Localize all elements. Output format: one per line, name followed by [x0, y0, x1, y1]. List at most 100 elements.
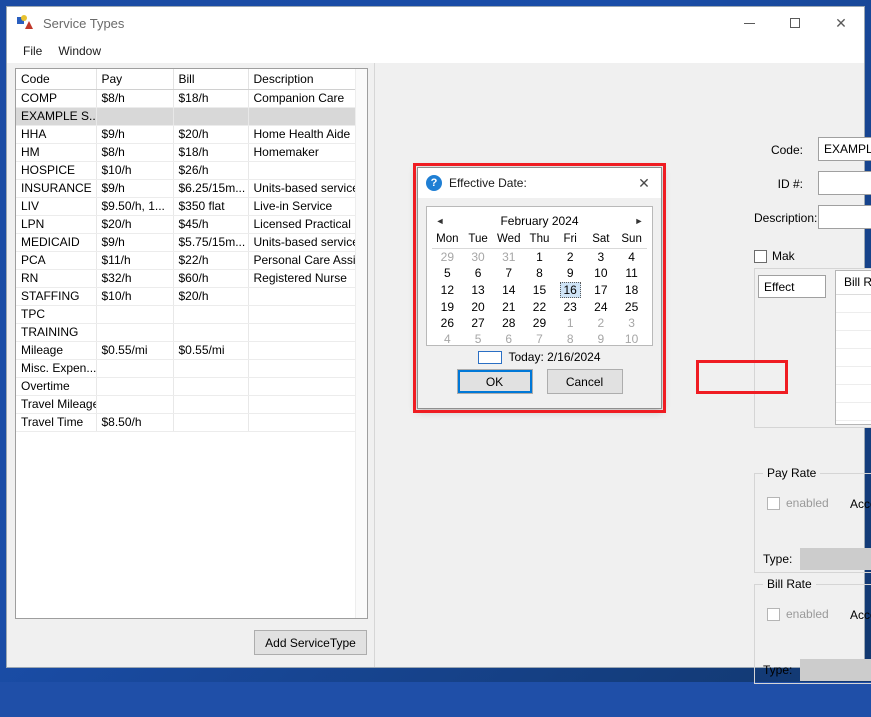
- calendar-day-cell[interactable]: 3: [586, 249, 617, 266]
- calendar-day-cell[interactable]: 29: [524, 315, 555, 331]
- calendar-prev-month-icon[interactable]: ◄: [432, 216, 448, 226]
- table-row[interactable]: HM $8/h $18/h Homemaker: [16, 143, 367, 162]
- calendar-day-cell[interactable]: 21: [493, 299, 524, 315]
- calendar-day-cell[interactable]: 20: [463, 299, 494, 315]
- description-input[interactable]: [818, 205, 871, 229]
- service-types-grid[interactable]: Code Pay Bill Description COMP $8/h $18/h C…: [15, 68, 368, 619]
- calendar-day-cell[interactable]: 1: [524, 249, 555, 266]
- rates-grid-row[interactable]: [836, 295, 871, 313]
- calendar-day-cell[interactable]: 14: [493, 281, 524, 299]
- calendar-day-cell[interactable]: 5: [463, 331, 494, 347]
- table-row[interactable]: LIV $9.50/h, 1... $350 flat Live-in Service: [16, 197, 367, 216]
- rates-grid-row[interactable]: [836, 367, 871, 385]
- table-row[interactable]: PCA$11/h$22/hPersonal Care Assistant: [16, 251, 367, 270]
- pay-rate-type-label: Type:: [763, 552, 793, 566]
- ok-button[interactable]: OK: [456, 369, 533, 394]
- table-row[interactable]: Mileage $0.55/mi $0.55/mi: [16, 341, 367, 360]
- calendar-day-cell[interactable]: 12: [432, 281, 463, 299]
- grid-scrollbar[interactable]: [355, 69, 367, 618]
- pay-rate-title: Pay Rate: [763, 466, 821, 480]
- calendar-day-cell[interactable]: 2: [555, 249, 586, 266]
- cell-description: [248, 413, 367, 432]
- calendar-day-cell[interactable]: 19: [432, 299, 463, 315]
- calendar-day-cell[interactable]: 18: [616, 281, 647, 299]
- calendar-day-cell[interactable]: 5: [432, 265, 463, 281]
- rates-grid-row[interactable]: [836, 331, 871, 349]
- table-row[interactable]: STAFFING $10/h $20/h: [16, 287, 367, 306]
- table-row[interactable]: MEDICAID $9/h $5.75/15m... Units-based serv…: [16, 233, 367, 252]
- table-row[interactable]: Overtime: [16, 377, 367, 396]
- table-row[interactable]: LPN $20/h $45/h Licensed Practical N...: [16, 215, 367, 234]
- calendar-day-cell[interactable]: 23: [555, 299, 586, 315]
- calendar-day-cell[interactable]: 26: [432, 315, 463, 331]
- calendar-day-cell[interactable]: 8: [555, 331, 586, 347]
- table-row[interactable]: COMP $8/h $18/h Companion Care: [16, 89, 367, 108]
- calendar-day-cell[interactable]: 2: [586, 315, 617, 331]
- table-row[interactable]: INSURANCE $9/h $6.25/15m... Units-based ser…: [16, 179, 367, 198]
- calendar-day-cell[interactable]: 4: [432, 331, 463, 347]
- column-header-bill[interactable]: Bill: [173, 69, 249, 90]
- calendar-day-cell[interactable]: 9: [555, 265, 586, 281]
- calendar-day-cell[interactable]: 9: [586, 331, 617, 347]
- calendar-next-month-icon[interactable]: ►: [631, 216, 647, 226]
- table-row[interactable]: TRAINING: [16, 323, 367, 342]
- table-row[interactable]: EXAMPLE S...: [16, 107, 367, 126]
- column-header-pay[interactable]: Pay: [96, 69, 174, 90]
- column-header-description[interactable]: Description: [248, 69, 367, 90]
- code-input[interactable]: EXAMPLE SERVICE TYPE: [818, 137, 871, 161]
- table-row[interactable]: HOSPICE $10/h $26/h: [16, 161, 367, 180]
- menu-file[interactable]: File: [17, 42, 52, 61]
- table-row[interactable]: TPC: [16, 305, 367, 324]
- calendar-month-label[interactable]: February 2024: [448, 214, 631, 228]
- menu-window[interactable]: Window: [52, 42, 111, 61]
- calendar-day-cell[interactable]: 11: [616, 265, 647, 281]
- table-row[interactable]: Misc. Expen...: [16, 359, 367, 378]
- rates-grid-row[interactable]: [836, 313, 871, 331]
- calendar-day-cell[interactable]: 8: [524, 265, 555, 281]
- calendar-day-cell[interactable]: 31: [493, 249, 524, 266]
- calendar-day-cell[interactable]: 13: [463, 281, 494, 299]
- minimize-button[interactable]: [726, 7, 772, 39]
- code-label: Code:: [770, 143, 803, 157]
- rates-grid-row[interactable]: [836, 349, 871, 367]
- calendar-day-cell[interactable]: 30: [463, 249, 494, 266]
- close-icon[interactable]: ✕: [818, 7, 864, 39]
- add-service-type-button[interactable]: Add ServiceType: [254, 630, 367, 655]
- make-checkbox[interactable]: Mak: [754, 249, 795, 263]
- rates-grid-row[interactable]: [836, 385, 871, 403]
- calendar-day-cell[interactable]: 16: [555, 281, 586, 299]
- effective-date-field[interactable]: Effect: [758, 275, 826, 298]
- calendar-day-cell[interactable]: 25: [616, 299, 647, 315]
- cancel-button[interactable]: Cancel: [546, 369, 623, 394]
- calendar-day-cell[interactable]: 15: [524, 281, 555, 299]
- calendar-today-row[interactable]: Today: 2/16/2024: [432, 350, 647, 364]
- calendar-day-cell[interactable]: 29: [432, 249, 463, 266]
- rates-grid-column-bill-rate[interactable]: Bill Rate: [836, 271, 871, 294]
- table-row[interactable]: Travel Mileage: [16, 395, 367, 414]
- calendar-day-cell[interactable]: 10: [616, 331, 647, 347]
- make-checkbox-box[interactable]: [754, 249, 767, 263]
- calendar-day-cell[interactable]: 1: [555, 315, 586, 331]
- calendar-day-cell[interactable]: 24: [586, 299, 617, 315]
- rates-grid[interactable]: Bill Rate: [835, 270, 871, 425]
- calendar-day-cell[interactable]: 22: [524, 299, 555, 315]
- table-row[interactable]: RN $32/h $60/h Registered Nurse: [16, 269, 367, 288]
- calendar-widget[interactable]: ◄ February 2024 ► Mon Tue Wed Thu Fri Sat Sun …: [426, 206, 653, 364]
- calendar-day-cell[interactable]: 4: [616, 249, 647, 266]
- dialog-close-icon[interactable]: ✕: [633, 172, 655, 194]
- column-header-code[interactable]: Code: [16, 69, 97, 90]
- id-input[interactable]: [818, 171, 871, 195]
- calendar-day-cell[interactable]: 27: [463, 315, 494, 331]
- calendar-day-cell[interactable]: 6: [463, 265, 494, 281]
- calendar-day-cell[interactable]: 6: [493, 331, 524, 347]
- calendar-day-cell[interactable]: 17: [586, 281, 617, 299]
- calendar-day-cell[interactable]: 3: [616, 315, 647, 331]
- rates-grid-row[interactable]: [836, 403, 871, 421]
- maximize-button[interactable]: [772, 7, 818, 39]
- calendar-day-cell[interactable]: 7: [493, 265, 524, 281]
- table-row[interactable]: HHA $9/h $20/h Home Health Aide: [16, 125, 367, 144]
- table-row[interactable]: Travel Time $8.50/h: [16, 413, 367, 432]
- calendar-day-cell[interactable]: 10: [586, 265, 617, 281]
- calendar-day-cell[interactable]: 7: [524, 331, 555, 347]
- calendar-day-cell[interactable]: 28: [493, 315, 524, 331]
